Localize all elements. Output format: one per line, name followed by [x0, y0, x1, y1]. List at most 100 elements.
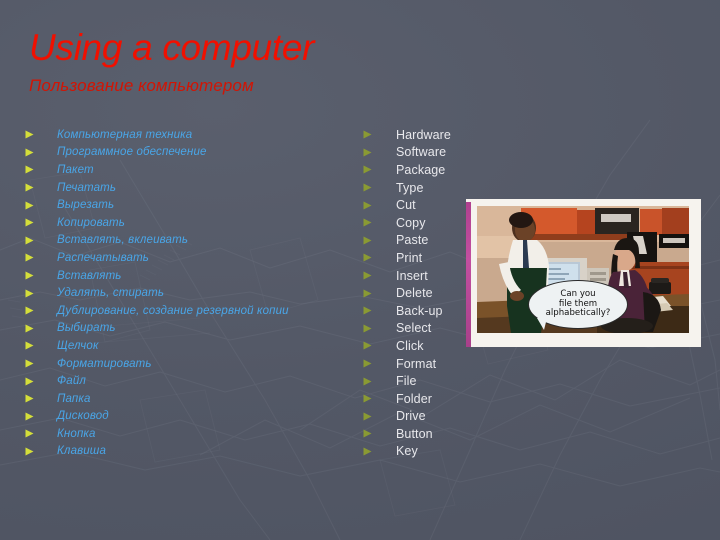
- photo-accent-bar: [466, 202, 471, 347]
- list-item: Дисковод: [25, 408, 355, 426]
- triangle-right-icon: [363, 289, 385, 298]
- list-item-label: Package: [396, 162, 446, 177]
- list-item-label: Select: [396, 321, 432, 336]
- triangle-right-icon: [363, 201, 385, 210]
- triangle-right-icon: [25, 447, 47, 456]
- list-item-label: Распечатывать: [57, 251, 150, 264]
- triangle-right-icon: [25, 341, 47, 350]
- list-item: Package: [363, 161, 463, 179]
- list-item-label: Hardware: [396, 127, 451, 142]
- list-item: Кнопка: [25, 425, 355, 443]
- office-cartoon-photo[interactable]: Can you file them alphabetically?: [466, 199, 701, 347]
- list-item-label: Щелчок: [57, 339, 99, 352]
- list-item: Click: [363, 337, 463, 355]
- triangle-right-icon: [363, 412, 385, 421]
- list-item: Вставлять: [25, 267, 355, 285]
- triangle-right-icon: [363, 183, 385, 192]
- list-item-label: Format: [396, 356, 437, 371]
- triangle-right-icon: [363, 394, 385, 403]
- triangle-right-icon: [25, 394, 47, 403]
- english-terms-list: Hardware Software Package Type Cut Copy …: [363, 126, 463, 460]
- list-item-label: Копировать: [57, 216, 125, 229]
- list-item: Insert: [363, 267, 463, 285]
- list-item-label: Выбирать: [57, 322, 116, 335]
- list-item: Print: [363, 249, 463, 267]
- list-item: Программное обеспечение: [25, 144, 355, 162]
- triangle-right-icon: [363, 253, 385, 262]
- triangle-right-icon: [363, 359, 385, 368]
- list-item-label: Вставлять, вклеивать: [57, 234, 189, 247]
- list-item: Копировать: [25, 214, 355, 232]
- list-item-label: Дисковод: [57, 410, 109, 423]
- triangle-right-icon: [363, 306, 385, 315]
- russian-terms-list: Компьютерная техника Программное обеспеч…: [25, 126, 355, 460]
- list-item: File: [363, 372, 463, 390]
- triangle-right-icon: [363, 218, 385, 227]
- triangle-right-icon: [25, 412, 47, 421]
- list-item-label: Copy: [396, 215, 426, 230]
- list-item: Select: [363, 320, 463, 338]
- list-item: Пакет: [25, 161, 355, 179]
- list-item-label: Пакет: [57, 163, 94, 176]
- triangle-right-icon: [25, 148, 47, 157]
- list-item-label: Удалять, стирать: [57, 287, 165, 300]
- list-item: Удалять, стирать: [25, 284, 355, 302]
- list-item-label: Вырезать: [57, 199, 115, 212]
- photo-image: Can you file them alphabetically?: [477, 206, 689, 333]
- list-item: Cut: [363, 196, 463, 214]
- triangle-right-icon: [25, 324, 47, 333]
- list-item-label: Печатать: [57, 181, 117, 194]
- list-item-label: Click: [396, 338, 424, 353]
- list-item-label: Файл: [57, 375, 87, 388]
- triangle-right-icon: [25, 377, 47, 386]
- list-item-label: Дублирование, создание резервной копии: [57, 304, 289, 317]
- list-item-label: File: [396, 374, 417, 389]
- speech-bubble-tail: [537, 318, 547, 330]
- triangle-right-icon: [363, 148, 385, 157]
- list-item: Распечатывать: [25, 249, 355, 267]
- list-item-label: Button: [396, 426, 433, 441]
- triangle-right-icon: [25, 201, 47, 210]
- list-item: Клавиша: [25, 443, 355, 461]
- triangle-right-icon: [363, 429, 385, 438]
- list-item: Key: [363, 443, 463, 461]
- list-item: Back-up: [363, 302, 463, 320]
- list-item-label: Paste: [396, 233, 429, 248]
- list-item-label: Back-up: [396, 303, 443, 318]
- triangle-right-icon: [363, 447, 385, 456]
- speech-bubble-line-3: alphabetically?: [545, 308, 611, 319]
- list-item: Software: [363, 144, 463, 162]
- list-item: Hardware: [363, 126, 463, 144]
- list-item-label: Key: [396, 444, 418, 459]
- list-item: Вставлять, вклеивать: [25, 232, 355, 250]
- list-item-label: Type: [396, 180, 424, 195]
- list-item: Folder: [363, 390, 463, 408]
- triangle-right-icon: [25, 359, 47, 368]
- slide: Using a computer Пользование компьютером…: [0, 0, 720, 540]
- triangle-right-icon: [25, 236, 47, 245]
- triangle-right-icon: [363, 130, 385, 139]
- list-item: Paste: [363, 232, 463, 250]
- triangle-right-icon: [363, 236, 385, 245]
- triangle-right-icon: [25, 218, 47, 227]
- triangle-right-icon: [25, 183, 47, 192]
- triangle-right-icon: [363, 341, 385, 350]
- triangle-right-icon: [363, 165, 385, 174]
- triangle-right-icon: [25, 306, 47, 315]
- list-item-label: Folder: [396, 391, 433, 406]
- list-item-label: Вставлять: [57, 269, 122, 282]
- list-item: Форматировать: [25, 355, 355, 373]
- list-item: Выбирать: [25, 320, 355, 338]
- list-item-label: Software: [396, 145, 447, 160]
- triangle-right-icon: [25, 165, 47, 174]
- list-item-label: Insert: [396, 268, 428, 283]
- triangle-right-icon: [363, 271, 385, 280]
- list-item-label: Drive: [396, 409, 426, 424]
- triangle-right-icon: [25, 289, 47, 298]
- list-item-label: Cut: [396, 198, 416, 213]
- triangle-right-icon: [25, 429, 47, 438]
- list-item: Button: [363, 425, 463, 443]
- list-item-label: Папка: [57, 392, 91, 405]
- list-item: Щелчок: [25, 337, 355, 355]
- list-item: Печатать: [25, 179, 355, 197]
